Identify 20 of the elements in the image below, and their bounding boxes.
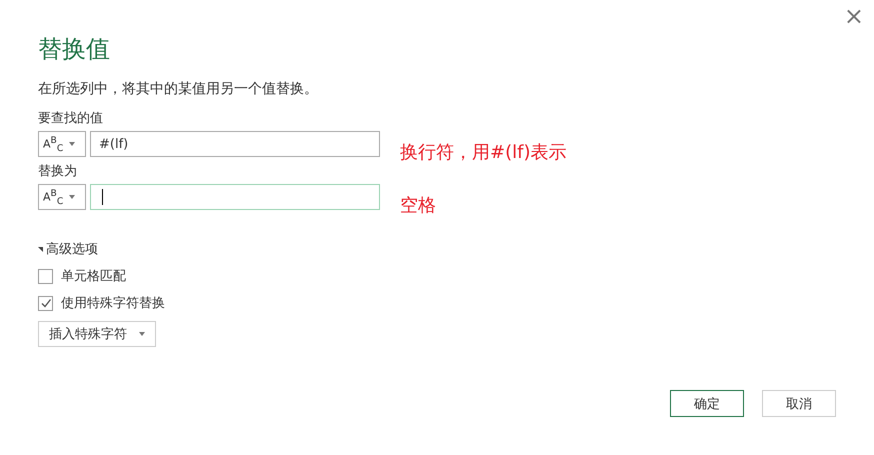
ok-button[interactable]: 确定 [670, 390, 744, 417]
checkbox-label: 单元格匹配 [61, 268, 126, 285]
description: 在所选列中，将其中的某值用另一个值替换。 [38, 80, 319, 98]
insert-special-character-dropdown[interactable]: 插入特殊字符 [38, 321, 156, 347]
caret-icon [69, 142, 76, 146]
text-field[interactable] [90, 184, 380, 210]
close-button[interactable]: × [844, 4, 864, 28]
annotation: 换行符，用#(lf)表示 [400, 141, 566, 164]
caret-icon [139, 332, 145, 336]
annotation: 空格 [400, 194, 436, 217]
checkbox[interactable] [38, 268, 53, 284]
checkbox-label: 使用特殊字符替换 [61, 295, 165, 312]
field-label: 替换为 [38, 163, 78, 180]
advanced-toggle[interactable]: 高级选项 [38, 240, 98, 258]
dialog-title: 替换值 [38, 34, 111, 64]
text-field[interactable]: #(lf) [90, 131, 380, 157]
checkbox[interactable] [38, 296, 53, 310]
caret-icon [69, 195, 76, 199]
field-label: 要查找的值 [38, 110, 104, 127]
cancel-button[interactable]: 取消 [762, 390, 836, 417]
